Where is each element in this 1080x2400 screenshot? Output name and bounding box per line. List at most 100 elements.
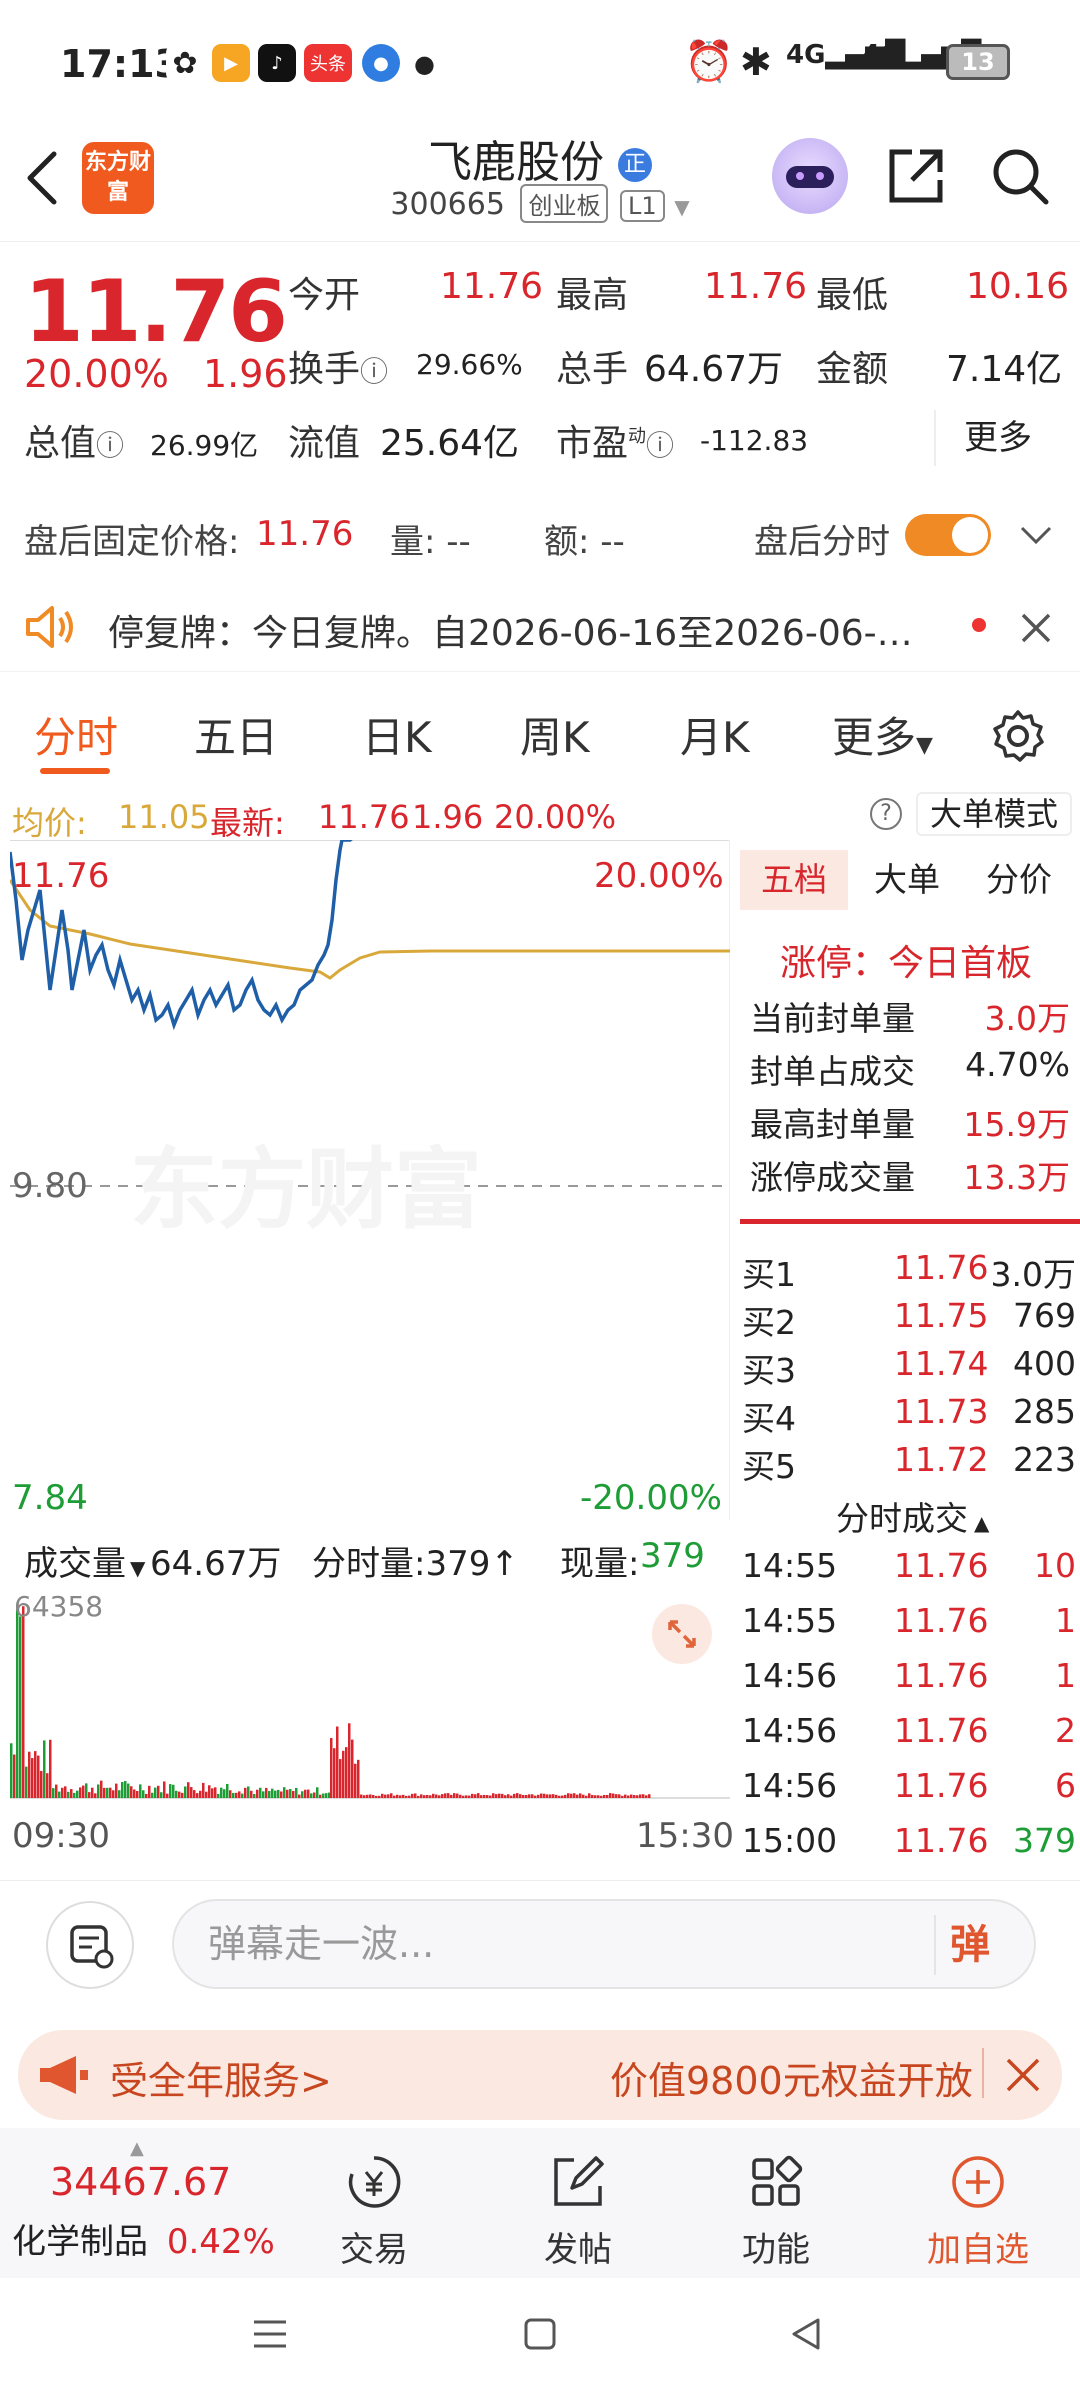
volume-bar [319,1794,322,1798]
danmu-input[interactable]: 弹幕走一波... [172,1899,1036,1989]
volume-bar [202,1782,205,1798]
more-button[interactable]: 更多 [934,410,1060,466]
volume-bar [235,1792,238,1798]
search-icon[interactable] [988,144,1052,208]
news-app-icon: 头条 [304,44,352,82]
settings-gear-icon[interactable] [990,708,1046,764]
volume-bar [585,1795,588,1798]
volume-bar [381,1793,384,1798]
active-tab-indicator [40,768,110,774]
trade-button[interactable]: 交易 [304,2152,444,2271]
bluetooth-icon: ✱ [740,40,772,84]
home-icon[interactable] [520,2314,560,2354]
volume-bar [396,1794,399,1798]
volume-bar [480,1795,483,1798]
close-icon[interactable] [1018,610,1054,646]
stock-name-text: 飞鹿股份 [428,137,604,188]
tab-five-day[interactable]: 五日 [194,704,278,765]
volume-bar [175,1790,178,1798]
avg-label: 均价: [12,804,87,842]
volume-bar [67,1791,70,1798]
promo-divider [982,2048,984,2098]
volume-bar [600,1795,603,1798]
low-label: 最低 [816,275,889,316]
volume-bar [265,1787,268,1798]
tab-price-distribution[interactable]: 分价 [986,850,1052,910]
fixed-price-value: 11.76 [256,514,354,554]
trade-row: 14:56 11.76 1 [742,1656,1076,1695]
latest-percent: 20.00% [494,798,617,836]
index-widget[interactable]: ▲ 34467.67 化学制品 0.42% [10,2138,280,2268]
volume-bar [579,1793,582,1798]
volume-bar [142,1790,145,1798]
after-hours-qty: 量: -- [390,522,471,562]
stat-row: 涨停成交量 13.3万 [750,1158,1070,1197]
volume-bar [283,1787,286,1798]
volume-selector[interactable]: 成交量 ▼ [24,1536,145,1585]
intraday-price-chart[interactable]: 东方财富 [10,840,730,1520]
volume-bar-chart[interactable] [10,1580,730,1810]
chevron-down-icon[interactable] [1018,520,1054,550]
tab-five-level[interactable]: 五档 [740,850,848,910]
chart-tabs: 分时 五日 日K 周K 月K 更多▼ [0,690,1080,780]
after-hours-toggle[interactable] [905,514,991,556]
expand-chart-button[interactable] [652,1604,712,1664]
volume-bar [426,1794,429,1798]
volume-bar [40,1770,43,1798]
post-button[interactable]: 发帖 [508,2152,648,2271]
tab-more[interactable]: 更多▼ [832,704,933,765]
volume-bar [630,1794,633,1798]
volume-bar [588,1793,591,1798]
price-mid-label: 9.80 [12,1166,88,1206]
volume-bar [256,1789,259,1798]
menu-icon[interactable] [250,2314,290,2354]
share-icon[interactable] [884,144,948,208]
current-volume-value: 379 [640,1536,705,1576]
notes-button[interactable] [46,1901,134,1989]
volume-bar [375,1795,378,1798]
volume-bar [393,1795,396,1798]
tab-daily-k[interactable]: 日K [362,704,432,765]
tab-intraday[interactable]: 分时 [34,704,118,765]
volume-bar [621,1795,624,1798]
notice-bar[interactable]: 停复牌：今日复牌。自2026-06-16至2026-06-… [0,586,1080,672]
close-promo-icon[interactable] [1004,2056,1042,2094]
volume-bar [567,1793,570,1798]
volume-bar [507,1794,510,1798]
tab-weekly-k[interactable]: 周K [520,704,590,765]
volume-bar [363,1795,366,1798]
volume-max-label: 64358 [14,1590,104,1623]
back-nav-icon[interactable] [786,2314,826,2354]
volume-bar [289,1788,292,1798]
trades-title[interactable]: 分时成交 ▲ [836,1492,989,1540]
add-watchlist-button[interactable]: 加自选 [908,2152,1048,2271]
robot-assistant-icon[interactable] [772,138,848,214]
stock-header: 东方财富 飞鹿股份 正 300665 创业板 L1 ▼ [0,120,1080,242]
stat-row: 封单占成交 4.70% [750,1045,1070,1091]
volume-bar [25,1766,28,1798]
volume-bar [298,1794,301,1798]
fixed-price-label: 盘后固定价格: [24,522,240,562]
volume-bar [115,1783,118,1798]
volume-bar [148,1785,151,1798]
volume-bar [558,1795,561,1798]
help-icon[interactable]: ? [870,798,902,830]
volume-bar [342,1750,345,1798]
trade-row: 14:56 11.76 2 [742,1711,1076,1750]
tab-monthly-k[interactable]: 月K [680,704,750,765]
volume-bar [214,1787,217,1798]
volume-bar [627,1795,630,1798]
big-order-mode-button[interactable]: 大单模式 [916,792,1073,836]
price-min-label: 7.84 [12,1478,88,1518]
volume-bar [339,1759,342,1798]
volume-bar [402,1794,405,1798]
danmu-button[interactable]: 弹 [934,1915,1004,1975]
functions-button[interactable]: 功能 [706,2152,846,2271]
promo-banner[interactable]: 受全年服务> 价值9800元权益开放 [18,2030,1062,2120]
volume-bar [510,1795,513,1798]
volume-bar [549,1794,552,1798]
dropdown-icon[interactable]: ▼ [674,195,689,219]
volume-bar [357,1759,360,1798]
video-app-icon: ▶ [212,44,250,82]
tab-big-order[interactable]: 大单 [874,850,940,910]
